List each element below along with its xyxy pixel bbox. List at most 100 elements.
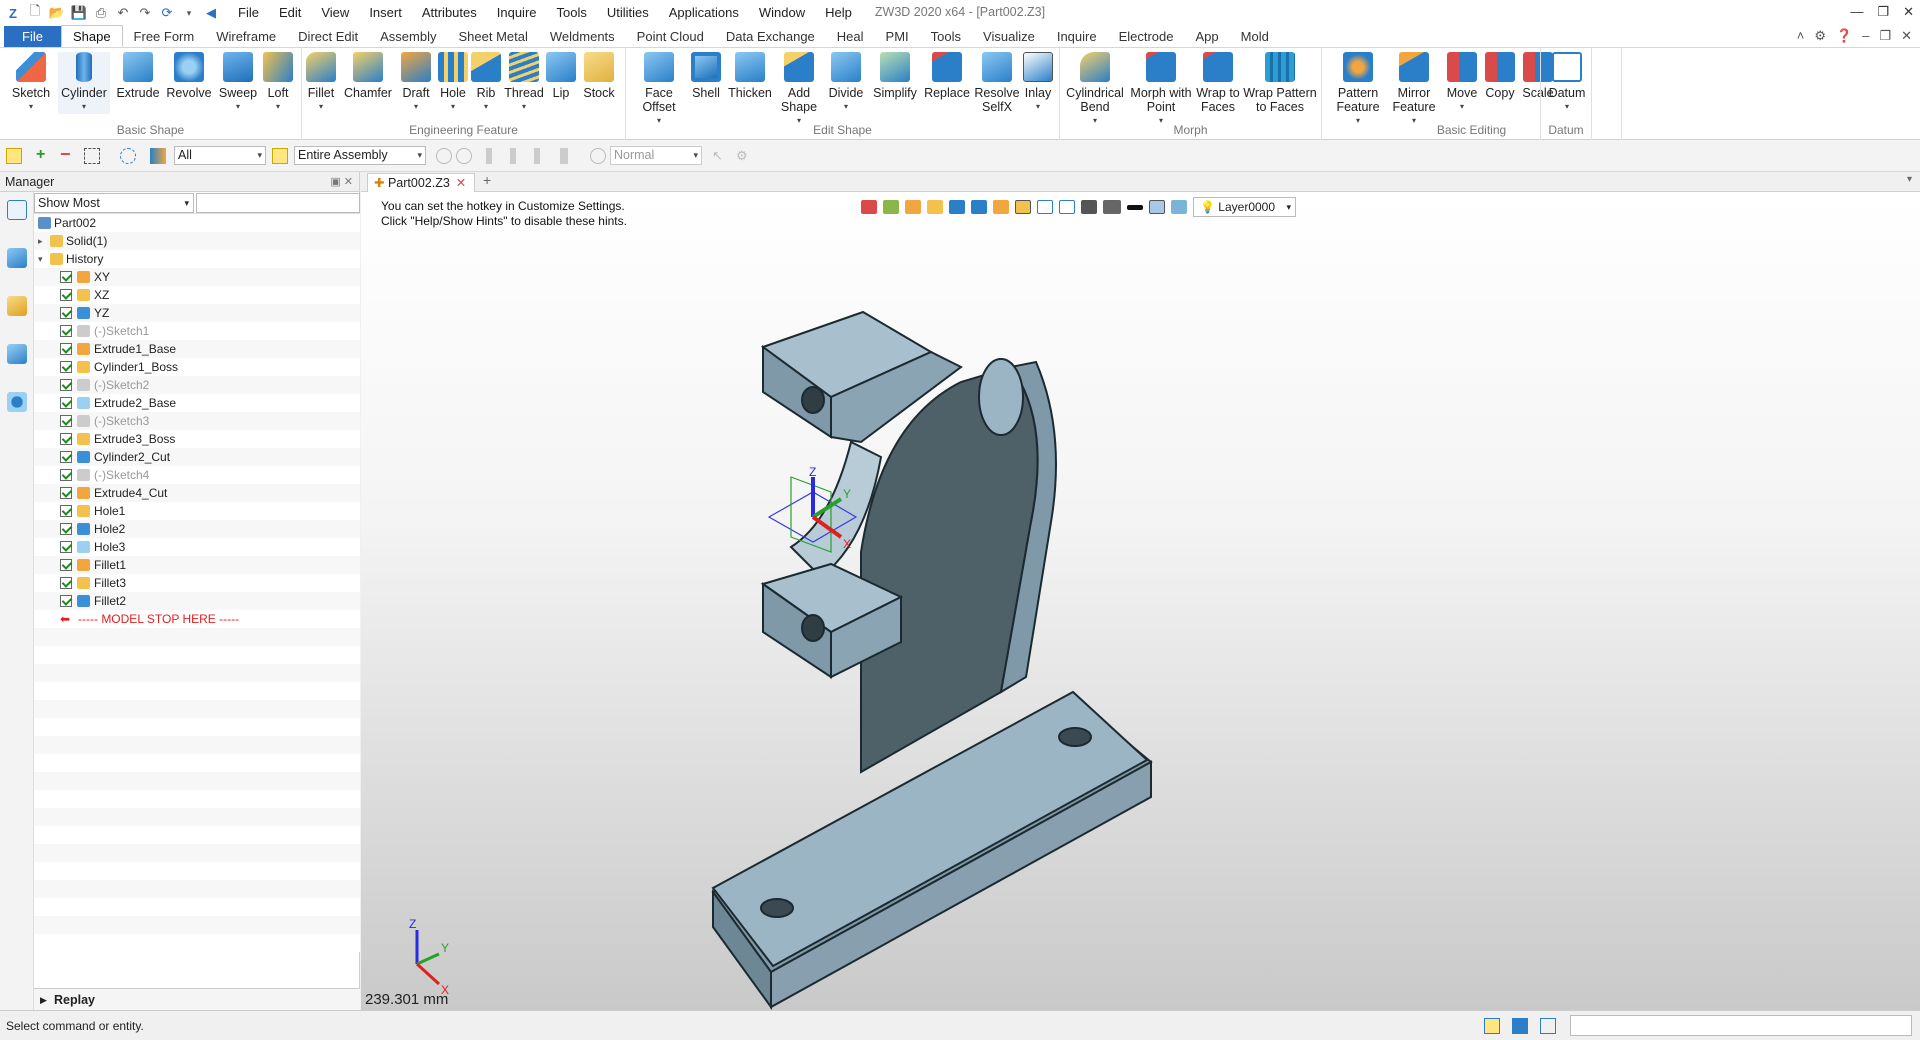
tree-item[interactable]: Cylinder2_Cut	[34, 448, 360, 466]
visibility-checkbox[interactable]	[60, 541, 72, 553]
tree-item[interactable]: (-)Sketch4	[34, 466, 360, 484]
collapse-ribbon-icon[interactable]: ˄	[1797, 28, 1805, 44]
menu-applications[interactable]: Applications	[659, 0, 749, 26]
filter-icon[interactable]	[150, 148, 166, 164]
tab-data-exchange[interactable]: Data Exchange	[715, 26, 826, 47]
menu-edit[interactable]: Edit	[269, 0, 311, 26]
draft-button[interactable]: Draft ▾	[398, 52, 434, 114]
datum-button[interactable]: Datum ▾	[1547, 52, 1587, 114]
print-icon[interactable]: ⎙	[92, 4, 110, 22]
extrude-button[interactable]: Extrude	[114, 52, 162, 100]
scope-select[interactable]: Entire Assembly ▾	[294, 146, 426, 165]
menu-view[interactable]: View	[311, 0, 359, 26]
3d-viewport[interactable]: You can set the hotkey in Customize Sett…	[361, 192, 1920, 1010]
filter-select[interactable]: All ▾	[174, 146, 266, 165]
tree-item[interactable]: (-)Sketch2	[34, 376, 360, 394]
tree-item[interactable]: Extrude2_Base	[34, 394, 360, 412]
status-window-icon[interactable]	[1540, 1018, 1556, 1034]
new-tab-icon[interactable]: +	[483, 172, 491, 188]
lasso-select-icon[interactable]	[120, 148, 136, 164]
visibility-checkbox[interactable]	[60, 397, 72, 409]
close-tab-icon[interactable]: ✕	[456, 176, 466, 190]
tab-file[interactable]: File	[4, 26, 61, 47]
pattern-feature-button[interactable]: Pattern Feature ▾	[1332, 52, 1384, 128]
stop-marker-icon[interactable]: ⬅	[60, 610, 70, 628]
tree-search-input[interactable]	[196, 193, 360, 213]
tab-assembly[interactable]: Assembly	[369, 26, 447, 47]
divide-button[interactable]: Divide ▾	[824, 52, 868, 114]
tree-item[interactable]: ⬅ ----- MODEL STOP HERE -----	[34, 610, 360, 628]
doc-close-icon[interactable]: ✕	[1901, 28, 1912, 44]
mode-select[interactable]: Normal ▾	[610, 146, 702, 165]
tab-sheet-metal[interactable]: Sheet Metal	[448, 26, 539, 47]
visibility-checkbox[interactable]	[60, 361, 72, 373]
tree-item[interactable]: Fillet2	[34, 592, 360, 610]
tab-electrode[interactable]: Electrode	[1108, 26, 1185, 47]
sweep-button[interactable]: Sweep ▾	[216, 52, 260, 114]
visibility-checkbox[interactable]	[60, 307, 72, 319]
tree-item[interactable]: Fillet1	[34, 556, 360, 574]
menu-window[interactable]: Window	[749, 0, 815, 26]
app-logo-icon[interactable]: Z	[4, 4, 22, 22]
tree-item[interactable]: ▸ Solid(1)	[34, 232, 360, 250]
tab-heal[interactable]: Heal	[826, 26, 875, 47]
expand-toggle-icon[interactable]: ▸	[38, 232, 43, 250]
tree-item[interactable]: (-)Sketch1	[34, 322, 360, 340]
inlay-button[interactable]: Inlay ▾	[1020, 52, 1056, 114]
box-select-icon[interactable]	[84, 148, 100, 164]
restore-icon[interactable]: ❐	[1877, 4, 1889, 20]
settings-gear-icon[interactable]: ⚙	[1814, 28, 1826, 44]
simplify-button[interactable]: Simplify	[870, 52, 920, 100]
replay-bar[interactable]: ▶ Replay	[34, 988, 360, 1010]
minimize-icon[interactable]: —	[1850, 4, 1863, 20]
menu-tools[interactable]: Tools	[547, 0, 597, 26]
tree-item[interactable]: Extrude3_Boss	[34, 430, 360, 448]
tree-item[interactable]: XZ	[34, 286, 360, 304]
visibility-checkbox[interactable]	[60, 451, 72, 463]
tree-item[interactable]: Hole3	[34, 538, 360, 556]
menu-file[interactable]: File	[228, 0, 269, 26]
face-offset-button[interactable]: Face Offset ▾	[634, 52, 684, 128]
back-arrow-icon[interactable]: ◀	[202, 4, 220, 22]
part-model[interactable]: Z Y X Z Y X	[361, 192, 1920, 1010]
wrap-pattern-to-faces-button[interactable]: Wrap Pattern to Faces	[1242, 52, 1318, 114]
visibility-checkbox[interactable]	[60, 523, 72, 535]
visibility-checkbox[interactable]	[60, 415, 72, 427]
manager-pin-close-icon[interactable]: ▣ ✕	[330, 172, 353, 192]
hole-button[interactable]: Hole ▾	[436, 52, 470, 114]
thread-button[interactable]: Thread ▾	[504, 52, 544, 114]
tab-point-cloud[interactable]: Point Cloud	[626, 26, 715, 47]
expand-toggle-icon[interactable]: ▾	[38, 250, 43, 268]
undo-icon[interactable]: ↶	[114, 4, 132, 22]
visibility-checkbox[interactable]	[60, 325, 72, 337]
lip-button[interactable]: Lip	[546, 52, 576, 100]
menu-inquire[interactable]: Inquire	[487, 0, 547, 26]
tab-weldments[interactable]: Weldments	[539, 26, 626, 47]
tree-item[interactable]: Extrude1_Base	[34, 340, 360, 358]
add-filter-icon[interactable]: +	[36, 147, 52, 164]
tab-part002[interactable]: ✚ Part002.Z3 ✕	[367, 173, 476, 192]
tree-item[interactable]: XY	[34, 268, 360, 286]
revolve-button[interactable]: Revolve	[164, 52, 214, 100]
tab-app[interactable]: App	[1185, 26, 1230, 47]
add-shape-button[interactable]: Add Shape ▾	[776, 52, 822, 128]
cylindrical-bend-button[interactable]: Cylindrical Bend ▾	[1064, 52, 1126, 128]
chamfer-button[interactable]: Chamfer	[342, 52, 394, 100]
tab-visualize[interactable]: Visualize	[972, 26, 1046, 47]
move-button[interactable]: Move ▾	[1444, 52, 1480, 114]
part-manager-icon[interactable]	[7, 296, 27, 316]
assembly-manager-icon[interactable]	[7, 248, 27, 268]
menu-utilities[interactable]: Utilities	[597, 0, 659, 26]
tree-item[interactable]: YZ	[34, 304, 360, 322]
tab-tools[interactable]: Tools	[920, 26, 972, 47]
history-manager-icon[interactable]	[7, 200, 27, 220]
user-manager-icon[interactable]	[7, 392, 27, 412]
tree-item[interactable]: (-)Sketch3	[34, 412, 360, 430]
tab-pmi[interactable]: PMI	[875, 26, 920, 47]
visibility-checkbox[interactable]	[60, 379, 72, 391]
tab-shape[interactable]: Shape	[60, 25, 123, 47]
wrap-to-faces-button[interactable]: Wrap to Faces	[1194, 52, 1242, 114]
morph-with-point-button[interactable]: Morph with Point ▾	[1128, 52, 1194, 128]
doc-restore-icon[interactable]: ❐	[1879, 28, 1891, 44]
open-folder-icon[interactable]: 📂	[48, 4, 66, 22]
